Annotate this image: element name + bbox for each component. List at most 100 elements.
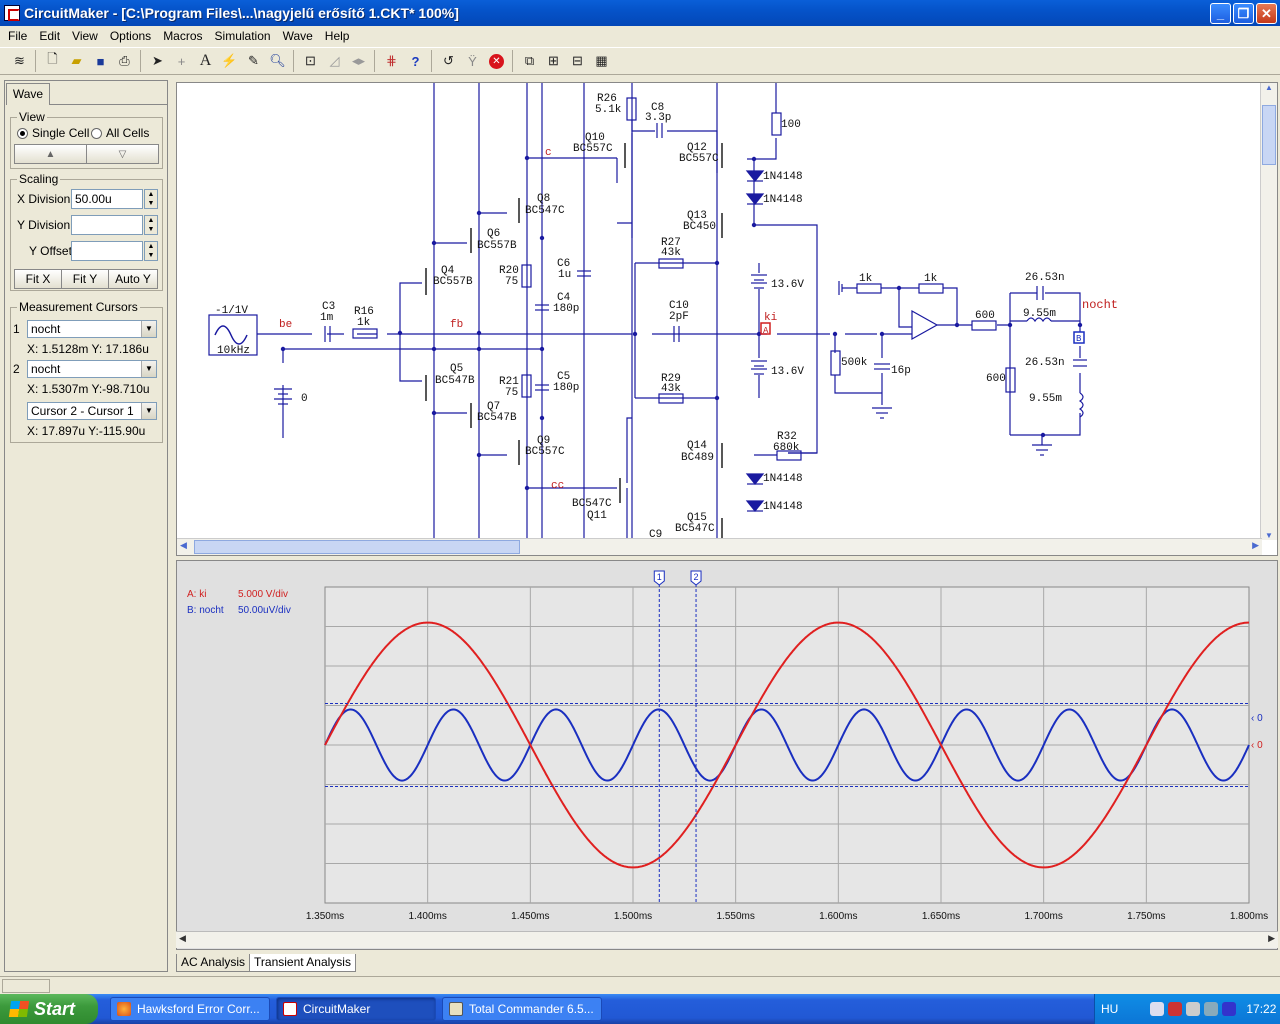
minimize-button[interactable]: _ [1210, 3, 1231, 24]
y-division-spinner[interactable]: ▲ ▼ [144, 215, 158, 235]
zoom-to-fit-icon[interactable]: ⊡ [299, 50, 322, 72]
y-offset-field[interactable] [71, 241, 143, 261]
cursor-2-flag[interactable]: 2 [690, 570, 702, 586]
close-button[interactable]: ✕ [1256, 3, 1277, 24]
trace-probe-icon[interactable]: ✎ [242, 50, 265, 72]
new-file-icon[interactable]: 🗋 [41, 50, 64, 72]
cursor-diff-select[interactable]: Cursor 2 - Cursor 1 ▼ [27, 402, 157, 420]
language-indicator[interactable]: HU [1101, 1002, 1118, 1016]
scroll-up-icon[interactable]: ▲ [1261, 83, 1277, 92]
cursor2-select[interactable]: nocht ▼ [27, 360, 157, 378]
mirror-icon[interactable]: ◂▸ [347, 50, 370, 72]
stop-icon[interactable]: ✕ [485, 50, 508, 72]
print-icon[interactable]: ⎙ [113, 50, 136, 72]
y-offset-spinner[interactable]: ▲ ▼ [144, 241, 158, 261]
r26-value: 5.1k [595, 104, 622, 116]
wire-cross-icon[interactable]: + [170, 50, 193, 72]
fit-x-button[interactable]: Fit X [14, 269, 62, 289]
taskbar-item-circuitmaker[interactable]: CircuitMaker [276, 997, 436, 1021]
page-icon[interactable]: ⧉ [518, 50, 541, 72]
security-shield-icon[interactable] [1168, 1002, 1183, 1016]
network-icon[interactable] [1150, 1002, 1165, 1016]
app-icon[interactable] [4, 5, 20, 21]
chevron-down-icon: ▼ [141, 361, 156, 377]
scroll-thumb[interactable] [1262, 105, 1276, 165]
waveform-viewer[interactable]: 1.350ms 1.400ms 1.450ms 1.500ms 1.550ms 1.600… [176, 560, 1278, 950]
schematic-drawing[interactable]: -1/1V 10kHz C3 1m R16 1k Q4 BC557B Q5 BC… [177, 83, 1262, 540]
single-cell-radio[interactable]: Single Cell [17, 126, 89, 140]
r27-value: 43k [661, 247, 681, 259]
tab-ac-analysis[interactable]: AC Analysis [176, 954, 251, 972]
auto-y-button[interactable]: Auto Y [108, 269, 158, 289]
menu-simulation[interactable]: Simulation [209, 29, 277, 43]
save-icon[interactable]: ■ [89, 50, 112, 72]
all-cells-label: All Cells [106, 126, 150, 140]
multi-window-icon[interactable]: ⊟ [566, 50, 589, 72]
fit-y-button[interactable]: Fit Y [61, 269, 109, 289]
y-division-field[interactable] [71, 215, 143, 235]
q6-label: Q6 [487, 228, 500, 240]
cursor1-select[interactable]: nocht ▼ [27, 320, 157, 338]
r20-value: 75 [505, 276, 518, 288]
r500k-label: 500k [841, 357, 868, 369]
q14-label: Q14 [687, 440, 707, 452]
menu-file[interactable]: File [2, 29, 33, 43]
r1k-a-label: 1k [859, 273, 873, 285]
x-division-label: X Division [17, 192, 71, 206]
scroll-left-icon[interactable]: ◀ [180, 540, 187, 551]
probe-b-letter: B [1076, 334, 1082, 344]
help-icon[interactable]: ? [404, 50, 427, 72]
update-icon[interactable] [1204, 1002, 1219, 1016]
cursor-1-flag[interactable]: 1 [653, 570, 665, 586]
rotate-icon[interactable]: ◿ [323, 50, 346, 72]
schematic-vertical-scrollbar[interactable]: ▲ ▼ [1260, 83, 1277, 540]
waveform-plot[interactable]: 1.350ms 1.400ms 1.450ms 1.500ms 1.550ms 1.600… [177, 561, 1277, 931]
digital-analog-toggle-icon[interactable]: ≋ [8, 50, 31, 72]
taskbar-item-firefox[interactable]: Hawksford Error Corr... [110, 997, 270, 1021]
tab-transient-analysis[interactable]: Transient Analysis [249, 954, 356, 972]
taskbar-item-total-commander[interactable]: Total Commander 6.5... [442, 997, 602, 1021]
probe-icon[interactable]: ⚡ [218, 50, 241, 72]
menu-macros[interactable]: Macros [157, 29, 208, 43]
cursors-group-label: Measurement Cursors [17, 300, 140, 314]
step-icon[interactable]: Ÿ [461, 50, 484, 72]
radio-dot [91, 127, 102, 139]
menu-edit[interactable]: Edit [33, 29, 66, 43]
wave-control-panel: Wave View Single Cell All Cells ▲ ▽ Scal… [4, 80, 168, 972]
open-folder-icon[interactable]: ▰ [65, 50, 88, 72]
menu-view[interactable]: View [66, 29, 104, 43]
r1k-b-label: 1k [924, 273, 938, 285]
tab-wave[interactable]: Wave [6, 83, 50, 105]
reset-icon[interactable]: ↺ [437, 50, 460, 72]
arrow-pointer-icon[interactable]: ➤ [146, 50, 169, 72]
text-tool-icon[interactable]: A [194, 50, 217, 72]
r29-value: 43k [661, 383, 681, 395]
status-bar [0, 976, 1280, 994]
x-division-field[interactable]: 50.00u [71, 189, 143, 209]
h-scroll-thumb[interactable] [194, 540, 520, 554]
prev-cell-button[interactable]: ▲ [14, 144, 87, 164]
x-tick-label: 1.400ms [408, 911, 446, 922]
start-button[interactable]: Start [0, 994, 98, 1024]
scroll-down-icon[interactable]: ▼ [1261, 531, 1277, 540]
next-cell-button[interactable]: ▽ [86, 144, 159, 164]
x-division-spinner[interactable]: ▲ ▼ [144, 189, 158, 209]
scroll-right-icon[interactable]: ▶ [1252, 540, 1259, 551]
waveform-window-icon[interactable]: ⊞ [542, 50, 565, 72]
bluetooth-icon[interactable] [1222, 1002, 1237, 1016]
restore-button[interactable]: ❐ [1233, 3, 1254, 24]
tile-icon[interactable]: ▦ [590, 50, 613, 72]
scroll-right-icon[interactable]: ▶ [1268, 933, 1275, 944]
scroll-left-icon[interactable]: ◀ [179, 933, 186, 944]
menu-options[interactable]: Options [104, 29, 157, 43]
schematic-horizontal-scrollbar[interactable]: ◀ ▶ [177, 538, 1262, 555]
volume-icon[interactable] [1186, 1002, 1201, 1016]
menu-help[interactable]: Help [319, 29, 356, 43]
zoom-icon[interactable]: 🔍︎ [266, 50, 289, 72]
cursor-diff-select-value: Cursor 2 - Cursor 1 [31, 404, 134, 418]
schematic-canvas[interactable]: -1/1V 10kHz C3 1m R16 1k Q4 BC557B Q5 BC… [176, 82, 1278, 556]
waveform-horizontal-scrollbar[interactable]: ◀ ▶ [176, 931, 1278, 948]
all-cells-radio[interactable]: All Cells [91, 126, 149, 140]
netlist-icon[interactable]: ⋕ [380, 50, 403, 72]
menu-wave[interactable]: Wave [277, 29, 319, 43]
